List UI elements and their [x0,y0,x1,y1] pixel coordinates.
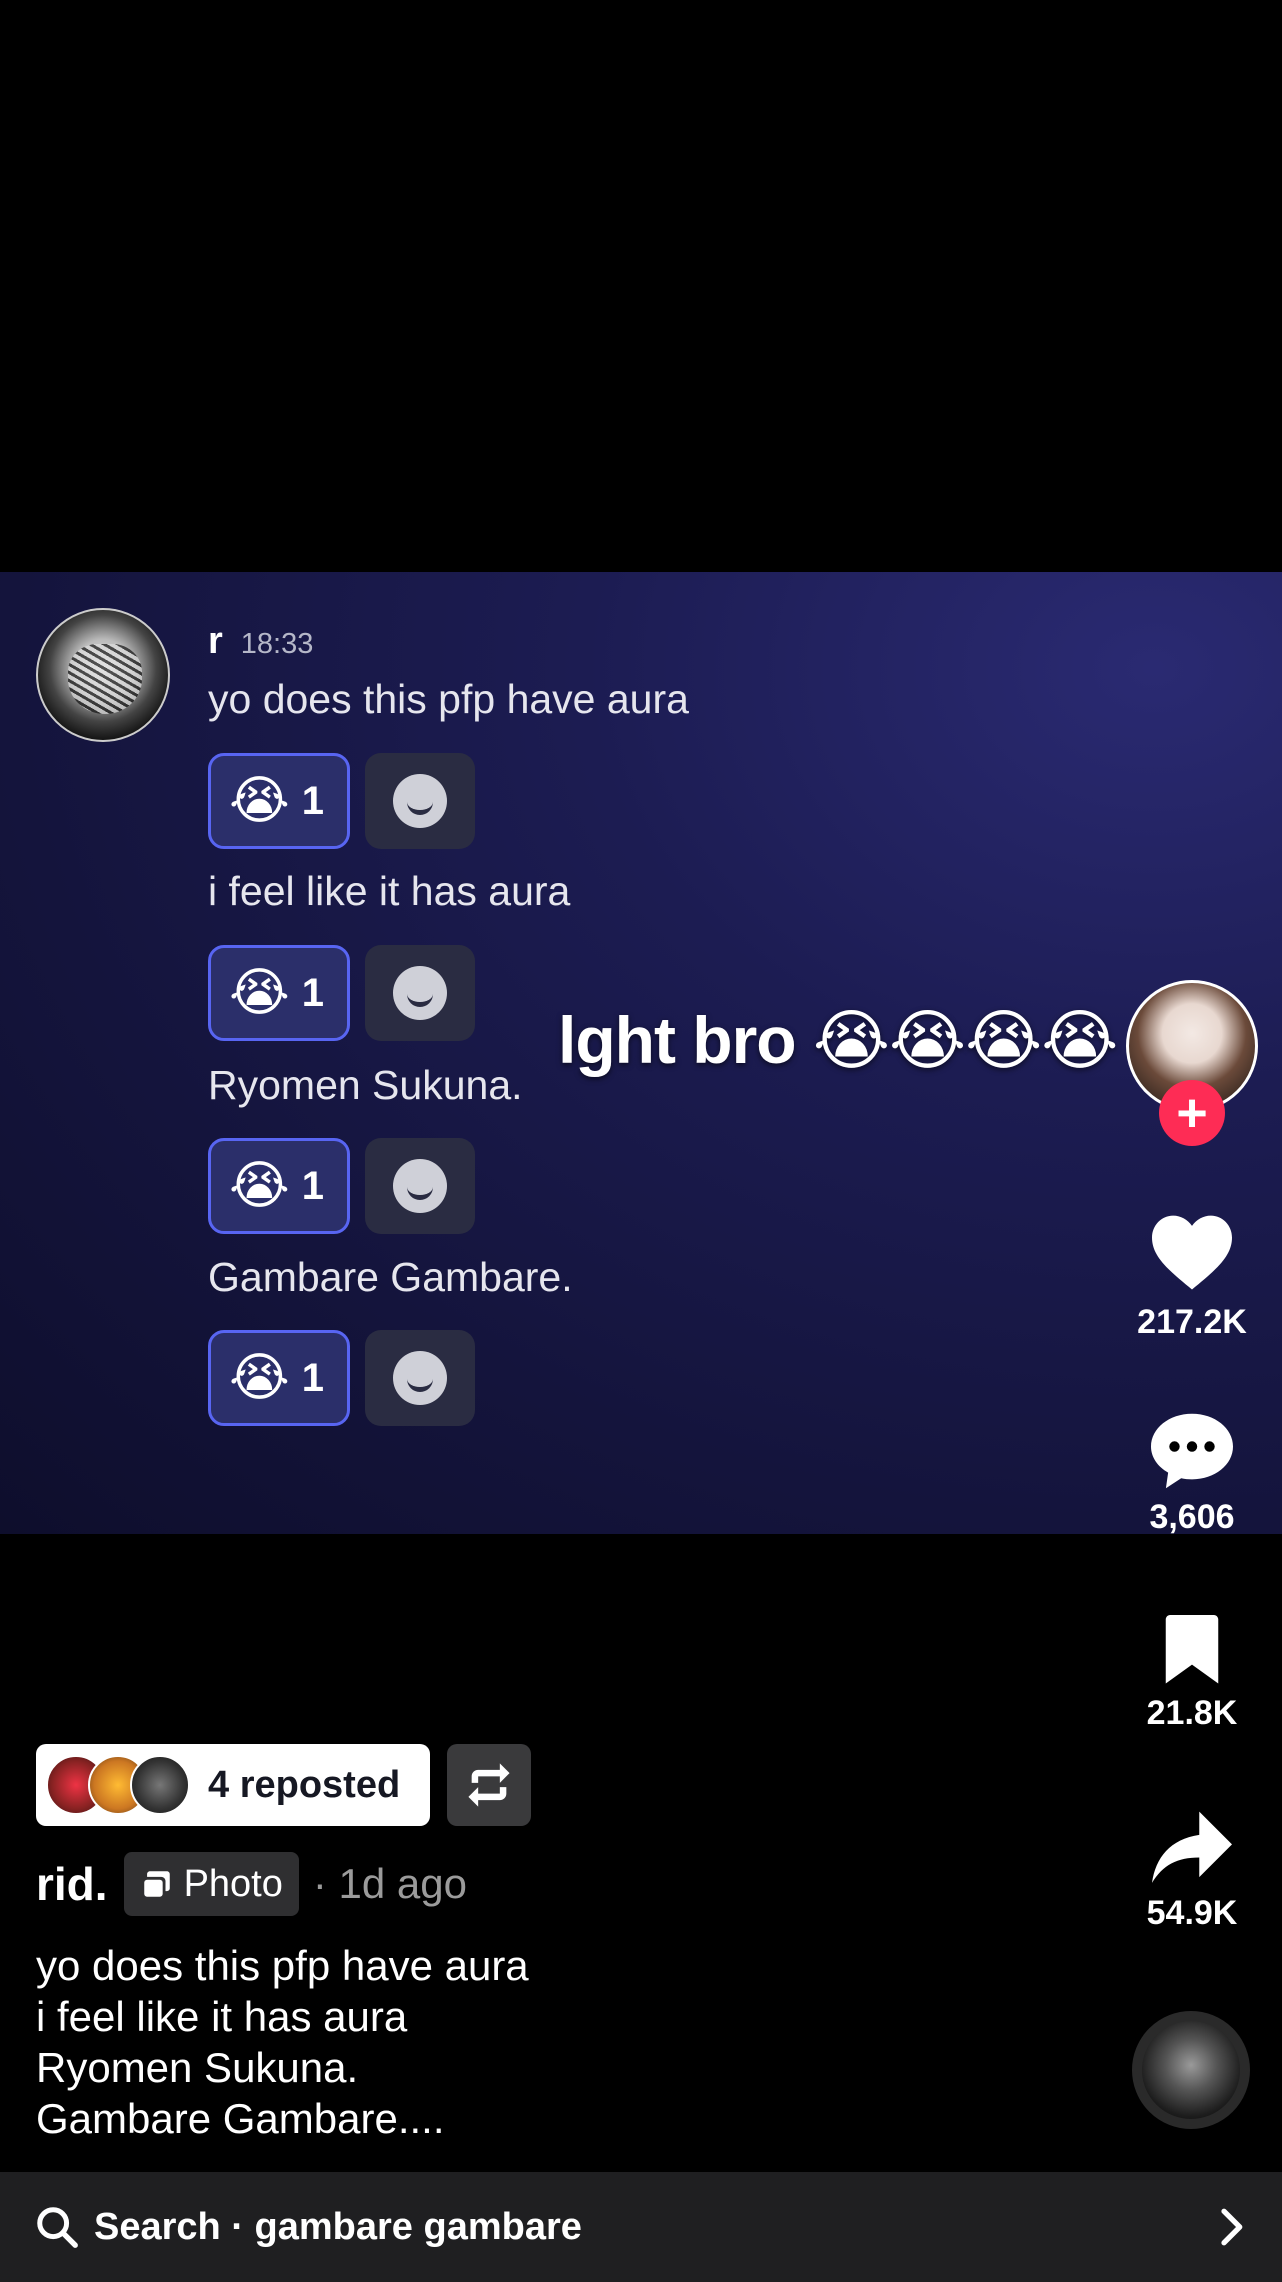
post-description[interactable]: yo does this pfp have aura i feel like i… [36,1940,529,2144]
message-line: Ryomen Sukuna. [208,1062,523,1108]
description-line: Gambare Gambare.... [36,2095,445,2142]
description-line: Ryomen Sukuna. [36,2044,359,2091]
search-query: Search · gambare gambare [94,2205,582,2248]
author-name[interactable]: rid. [36,1857,108,1911]
add-reaction-button [365,753,475,849]
reaction-emoji: 😭 [229,964,290,1022]
comment-bubble-icon [1151,1413,1233,1489]
save-button[interactable]: 21.8K [1110,1612,1274,1733]
smile-icon [393,1159,447,1213]
share-arrow-icon [1152,1811,1232,1883]
photo-tag-label: Photo [183,1862,283,1905]
like-count: 217.2K [1137,1303,1247,1341]
reaction-count: 1 [301,1355,325,1400]
chevron-right-icon [1221,2208,1243,2246]
search-icon [37,2207,78,2248]
post-meta: rid. Photo · 1d ago [36,1852,467,1916]
reaction-chip: 😭 1 [208,1138,350,1234]
message-time: 18:33 [240,628,314,660]
photo-tag: Photo [123,1852,299,1916]
repost-pill[interactable]: 4 reposted [36,1744,430,1826]
message-username: r [208,620,223,662]
save-count: 21.8K [1146,1694,1238,1732]
message-header: r 18:33 [208,620,313,663]
description-line: i feel like it has aura [36,1993,408,2040]
reaction-count: 1 [301,778,325,823]
reaction-chip: 😭 1 [208,945,350,1041]
smile-icon [393,774,447,828]
reaction-emoji: 😭 [229,1157,290,1215]
music-disc[interactable] [1132,2011,1250,2129]
smile-icon [393,966,447,1020]
message-line: Gambare Gambare. [208,1254,573,1300]
like-button[interactable]: 217.2K [1110,1212,1274,1342]
reaction-count: 1 [301,1163,325,1208]
repost-label: 4 reposted [208,1763,401,1806]
reaction-chip: 😭 1 [208,753,350,849]
description-line: yo does this pfp have aura [36,1942,529,1989]
follow-button[interactable]: + [1159,1080,1225,1146]
add-reaction-button [365,1330,475,1426]
search-bar[interactable]: Search · gambare gambare [0,2172,1282,2282]
message-line: yo does this pfp have aura [208,676,689,722]
post-time: · 1d ago [312,1860,467,1907]
share-count: 54.9K [1146,1894,1238,1932]
add-reaction-button [365,1138,475,1234]
comment-count: 3,606 [1149,1498,1235,1536]
reaction-emoji: 😭 [229,772,290,830]
reaction-chip: 😭 1 [208,1330,350,1426]
share-button[interactable]: 54.9K [1110,1808,1274,1933]
overlay-caption: lght bro 😭😭😭😭 [558,1003,1118,1077]
bookmark-icon [1165,1615,1219,1684]
message-line: i feel like it has aura [208,868,571,914]
repost-button[interactable] [447,1744,531,1826]
reposter-avatar [130,1755,190,1815]
comment-button[interactable]: 3,606 [1110,1410,1274,1537]
reaction-emoji: 😭 [229,1349,290,1407]
reaction-count: 1 [301,970,325,1015]
heart-icon [1152,1215,1232,1290]
photo-icon [143,1871,170,1897]
repost-icon [468,1763,510,1807]
add-reaction-button [365,945,475,1041]
smile-icon [393,1351,447,1405]
message-avatar [36,608,170,742]
